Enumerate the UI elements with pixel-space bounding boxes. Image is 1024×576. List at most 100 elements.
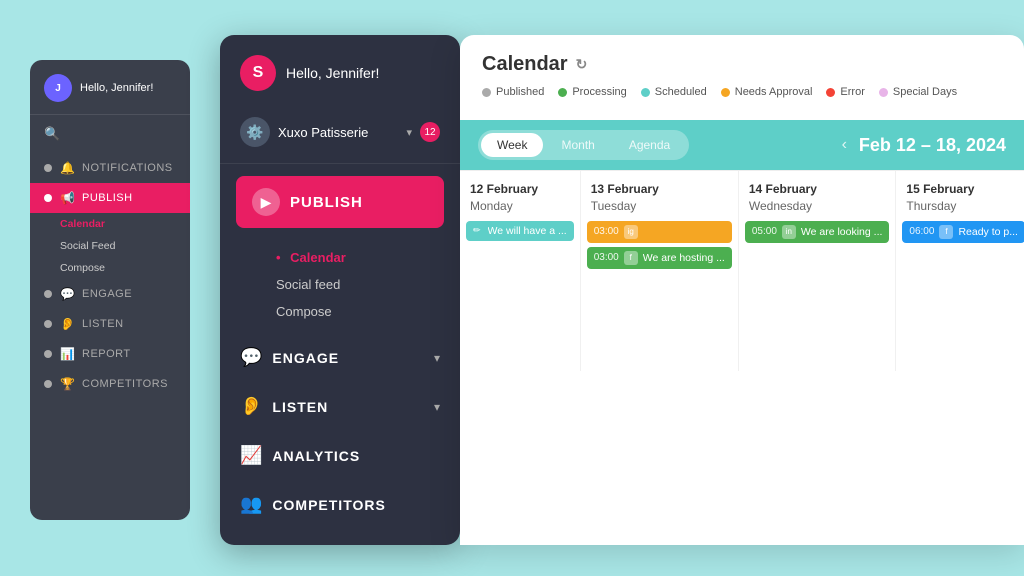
calendar-day-monday: 12 February Monday ✏ We will have a ... xyxy=(460,171,581,371)
chevron-down-icon: ▾ xyxy=(406,126,412,139)
section-competitors[interactable]: 👥 COMPETITORS xyxy=(220,480,460,529)
calendar-title: Calendar ↻ xyxy=(482,53,1002,76)
day-header-tuesday: 13 February Tuesday xyxy=(581,171,738,221)
legend-error: Error xyxy=(826,86,864,98)
ss-search-row: 🔍 xyxy=(30,115,190,153)
ss-username: Hello, Jennifer! xyxy=(80,82,153,94)
calendar-event[interactable]: 03:00 f We are hosting ... xyxy=(587,247,732,269)
publish-label: PUBLISH xyxy=(290,194,363,211)
calendar-event[interactable]: 06:00 f Ready to p... xyxy=(902,221,1024,243)
publish-section-icon: ▶ xyxy=(252,188,280,216)
sidebar-item-engage[interactable]: 💬 ENGAGE xyxy=(30,279,190,309)
org-icon: ⚙️ xyxy=(240,117,270,147)
day-events-monday: ✏ We will have a ... xyxy=(460,221,580,241)
calendar-event[interactable]: 03:00 ig xyxy=(587,221,732,243)
event-time: 03:00 xyxy=(594,252,619,263)
sidebar-item-notifications[interactable]: 🔔 NOTIFICATIONS xyxy=(30,153,190,183)
calendar-panel: Calendar ↻ Published Processing Schedule… xyxy=(460,35,1024,545)
analytics-label: ANALYTICS xyxy=(272,448,440,464)
sidebar-subitem-calendar[interactable]: Calendar xyxy=(30,213,190,235)
competitors-icon: 🏆 xyxy=(60,377,74,391)
special-days-dot xyxy=(879,88,888,97)
chevron-down-icon: ▾ xyxy=(434,351,440,365)
main-sidebar: S Hello, Jennifer! ⚙️ Xuxo Patisserie ▾ … xyxy=(220,35,460,545)
ms-header: S Hello, Jennifer! xyxy=(220,55,460,107)
sidebar-subitem-social-feed[interactable]: Social Feed xyxy=(30,235,190,257)
publish-button[interactable]: ▶ PUBLISH xyxy=(236,176,444,228)
app-logo: S xyxy=(240,55,276,91)
day-events-thursday: 06:00 f Ready to p... xyxy=(896,221,1024,243)
calendar-event[interactable]: ✏ We will have a ... xyxy=(466,221,574,241)
calendar-day-tuesday: 13 February Tuesday 03:00 ig 03:00 f We … xyxy=(581,171,739,371)
nav-dot xyxy=(44,290,52,298)
prev-nav-button[interactable]: ‹ xyxy=(842,136,847,154)
tab-week[interactable]: Week xyxy=(481,133,543,157)
competitors-label: COMPETITORS xyxy=(272,497,440,513)
calendar-tabs-row: Week Month Agenda ‹ Feb 12 – 18, 2024 xyxy=(460,120,1024,170)
analytics-section-icon: 📈 xyxy=(240,445,262,466)
listen-label: LISTEN xyxy=(272,399,424,415)
instagram-icon: ig xyxy=(624,225,638,239)
sidebar-item-label: NOTIFICATIONS xyxy=(82,162,173,174)
event-time: 05:00 xyxy=(752,226,777,237)
greeting-text: Hello, Jennifer! xyxy=(286,65,379,81)
publish-icon: 📢 xyxy=(60,191,74,205)
listen-icon: 👂 xyxy=(60,317,74,331)
day-header-monday: 12 February Monday xyxy=(460,171,580,221)
subnav-calendar[interactable]: • Calendar xyxy=(256,244,460,271)
error-dot xyxy=(826,88,835,97)
chevron-down-icon: ▾ xyxy=(434,400,440,414)
calendar-grid: 12 February Monday ✏ We will have a ... … xyxy=(460,170,1024,371)
event-time: 06:00 xyxy=(909,226,934,237)
section-listen[interactable]: 👂 LISTEN ▾ xyxy=(220,382,460,431)
sidebar-item-label: PUBLISH xyxy=(82,192,133,204)
notifications-icon: 🔔 xyxy=(60,161,74,175)
calendar-day-wednesday: 14 February Wednesday 05:00 in We are lo… xyxy=(739,171,897,371)
calendar-event[interactable]: 05:00 in We are looking ... xyxy=(745,221,890,243)
day-events-wednesday: 05:00 in We are looking ... xyxy=(739,221,896,243)
report-icon: 📊 xyxy=(60,347,74,361)
section-engage[interactable]: 💬 ENGAGE ▾ xyxy=(220,333,460,382)
calendar-legend: Published Processing Scheduled Needs App… xyxy=(482,86,1002,98)
event-text: We are looking ... xyxy=(801,226,883,238)
nav-dot xyxy=(44,350,52,358)
legend-processing: Processing xyxy=(558,86,626,98)
sidebar-item-publish[interactable]: 📢 PUBLISH xyxy=(30,183,190,213)
needs-approval-dot xyxy=(721,88,730,97)
sidebar-subitem-compose[interactable]: Compose xyxy=(30,257,190,279)
notification-badge[interactable]: 12 xyxy=(420,122,440,142)
event-time: 03:00 xyxy=(594,226,619,237)
sidebar-item-label: COMPETITORS xyxy=(82,378,168,390)
subnav-compose[interactable]: Compose xyxy=(256,298,460,325)
nav-dot xyxy=(44,164,52,172)
calendar-header: Calendar ↻ Published Processing Schedule… xyxy=(460,35,1024,120)
avatar: J xyxy=(44,74,72,102)
legend-needs-approval: Needs Approval xyxy=(721,86,813,98)
sidebar-item-report[interactable]: 📊 REPORT xyxy=(30,339,190,369)
sidebar-item-competitors[interactable]: 🏆 COMPETITORS xyxy=(30,369,190,399)
active-dot: • xyxy=(276,250,284,265)
org-row[interactable]: ⚙️ Xuxo Patisserie ▾ 12 xyxy=(220,107,460,164)
section-analytics[interactable]: 📈 ANALYTICS xyxy=(220,431,460,480)
sidebar-item-label: ENGAGE xyxy=(82,288,132,300)
legend-published: Published xyxy=(482,86,544,98)
calendar-nav: ‹ Feb 12 – 18, 2024 xyxy=(842,135,1006,156)
competitors-section-icon: 👥 xyxy=(240,494,262,515)
day-header-thursday: 15 February Thursday xyxy=(896,171,1024,221)
listen-section-icon: 👂 xyxy=(240,396,262,417)
publish-subnav: • Calendar Social feed Compose xyxy=(220,240,460,333)
event-text: We will have a ... xyxy=(488,225,567,237)
published-dot xyxy=(482,88,491,97)
day-header-wednesday: 14 February Wednesday xyxy=(739,171,896,221)
search-icon[interactable]: 🔍 xyxy=(44,126,60,141)
tab-agenda[interactable]: Agenda xyxy=(613,133,686,157)
refresh-icon[interactable]: ↻ xyxy=(576,56,588,73)
sidebar-item-label: LISTEN xyxy=(82,318,124,330)
sidebar-item-listen[interactable]: 👂 LISTEN xyxy=(30,309,190,339)
engage-section-icon: 💬 xyxy=(240,347,262,368)
tab-month[interactable]: Month xyxy=(545,133,610,157)
subnav-social-feed[interactable]: Social feed xyxy=(256,271,460,298)
sidebar-item-label: REPORT xyxy=(82,348,131,360)
nav-dot-active xyxy=(44,194,52,202)
processing-dot xyxy=(558,88,567,97)
